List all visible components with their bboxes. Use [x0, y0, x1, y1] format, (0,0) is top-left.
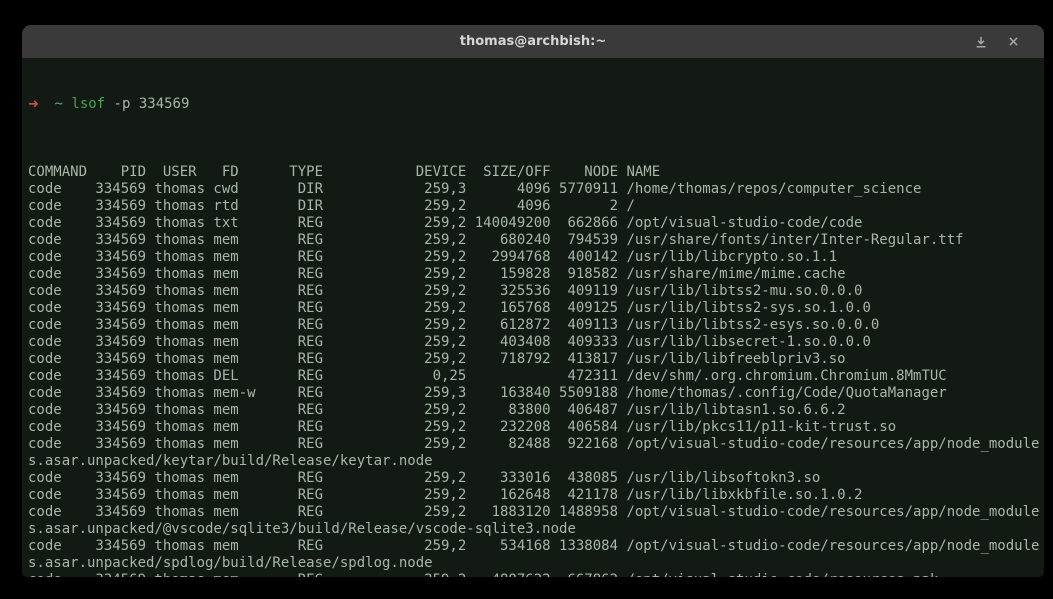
prompt-arrow-icon: ➜ [28, 96, 46, 113]
prompt-command: lsof [71, 96, 105, 112]
output-line: code 334569 thomas DEL REG 0,25 472311 /… [28, 368, 1039, 385]
output-line: code 334569 thomas mem REG 259,2 1883120… [28, 504, 1039, 521]
output-line: s.asar.unpacked/spdlog/build/Release/spd… [28, 555, 1039, 572]
output-line: COMMAND PID USER FD TYPE DEVICE SIZE/OFF… [28, 164, 1039, 181]
output-line: code 334569 thomas mem REG 259,2 2994768… [28, 249, 1039, 266]
output-line: code 334569 thomas mem REG 259,2 534168 … [28, 538, 1039, 555]
output-line: code 334569 thomas txt REG 259,2 1400492… [28, 215, 1039, 232]
download-icon[interactable] [974, 35, 988, 49]
desktop-background: thomas@archbish:~ ➜ ~ lsof -p 334569 COM… [0, 0, 1053, 599]
titlebar[interactable]: thomas@archbish:~ [22, 25, 1044, 58]
output-line: code 334569 thomas mem-w REG 259,3 16384… [28, 385, 1039, 402]
terminal-window: thomas@archbish:~ ➜ ~ lsof -p 334569 COM… [22, 25, 1044, 577]
window-title: thomas@archbish:~ [460, 34, 606, 49]
output-line: code 334569 thomas rtd DIR 259,2 4096 2 … [28, 198, 1039, 215]
output-line: s.asar.unpacked/keytar/build/Release/key… [28, 453, 1039, 470]
output-line: code 334569 thomas mem REG 259,2 4887622… [28, 572, 1039, 577]
output-line: s.asar.unpacked/@vscode/sqlite3/build/Re… [28, 521, 1039, 538]
close-icon[interactable] [1007, 35, 1020, 48]
output-line: code 334569 thomas mem REG 259,2 162648 … [28, 487, 1039, 504]
output-line: code 334569 thomas mem REG 259,2 232208 … [28, 419, 1039, 436]
window-controls [974, 25, 1020, 58]
output-line: code 334569 thomas mem REG 259,2 83800 4… [28, 402, 1039, 419]
output-line: code 334569 thomas mem REG 259,2 718792 … [28, 351, 1039, 368]
output-line: code 334569 thomas mem REG 259,2 82488 9… [28, 436, 1039, 453]
output-line: code 334569 thomas mem REG 259,2 325536 … [28, 283, 1039, 300]
output-line: code 334569 thomas mem REG 259,2 612872 … [28, 317, 1039, 334]
output-line: code 334569 thomas mem REG 259,2 159828 … [28, 266, 1039, 283]
terminal-content[interactable]: ➜ ~ lsof -p 334569 COMMAND PID USER FD T… [22, 58, 1044, 577]
prompt-args: -p 334569 [114, 96, 190, 112]
prompt-cwd: ~ [55, 96, 63, 112]
output-line: code 334569 thomas mem REG 259,2 680240 … [28, 232, 1039, 249]
output-line: code 334569 thomas cwd DIR 259,3 4096 57… [28, 181, 1039, 198]
prompt-line: ➜ ~ lsof -p 334569 [28, 96, 1039, 113]
output-line: code 334569 thomas mem REG 259,2 403408 … [28, 334, 1039, 351]
spacer [46, 96, 54, 112]
output-line: code 334569 thomas mem REG 259,2 333016 … [28, 470, 1039, 487]
spacer [105, 96, 113, 112]
lsof-output: COMMAND PID USER FD TYPE DEVICE SIZE/OFF… [28, 164, 1039, 577]
output-line: code 334569 thomas mem REG 259,2 165768 … [28, 300, 1039, 317]
